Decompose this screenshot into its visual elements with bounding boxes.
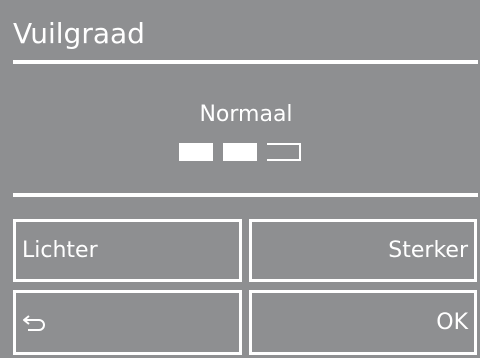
back-arrow-icon [22, 313, 48, 333]
stronger-button-label: Sterker [388, 238, 468, 263]
stronger-button[interactable]: Sterker [249, 219, 477, 282]
lighter-button-label: Lichter [22, 238, 98, 263]
content-divider [13, 193, 478, 197]
screen: Vuilgraad Normaal Lichter Sterker OK [0, 0, 480, 358]
soil-level-label: Normaal [199, 102, 293, 127]
header-divider [13, 60, 478, 64]
soil-level-segment [267, 143, 301, 161]
lighter-button[interactable]: Lichter [13, 219, 242, 282]
back-button[interactable] [13, 290, 242, 355]
soil-level-segment [179, 143, 213, 161]
soil-level-indicator [179, 143, 301, 161]
ok-button-label: OK [436, 310, 468, 335]
page-title: Vuilgraad [13, 17, 145, 50]
ok-button[interactable]: OK [249, 290, 477, 355]
soil-level-segment [223, 143, 257, 161]
